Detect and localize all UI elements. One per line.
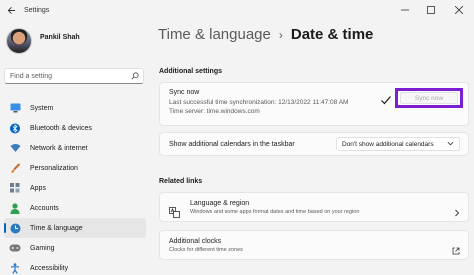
person-icon	[9, 202, 21, 214]
section-heading-additional-settings: Additional settings	[159, 68, 222, 75]
sidebar-item-system[interactable]: System	[4, 98, 146, 118]
sidebar-item-label: Apps	[30, 184, 46, 192]
breadcrumb-parent[interactable]: Time & language	[158, 26, 271, 43]
sidebar-item-network[interactable]: Network & internet	[4, 138, 146, 158]
sidebar-item-label: Bluetooth & devices	[30, 124, 92, 132]
minimize-icon[interactable]	[394, 0, 416, 20]
avatar	[6, 28, 32, 54]
sidebar-nav: System Bluetooth & devices Network & int…	[0, 98, 150, 275]
sync-title: Sync now	[169, 89, 200, 96]
accessibility-icon	[9, 262, 21, 274]
monitor-icon	[9, 102, 21, 114]
wifi-icon	[9, 142, 21, 154]
sidebar-item-label: Accounts	[30, 204, 59, 212]
calendars-selected: Don't show additional calendars	[342, 140, 434, 148]
search-input[interactable]: Find a setting	[4, 68, 144, 84]
search-icon[interactable]	[127, 72, 143, 80]
calendars-card: Show additional calendars in the taskbar…	[159, 132, 469, 156]
breadcrumb-separator: ›	[278, 27, 283, 42]
brush-icon	[9, 162, 21, 174]
calendars-label: Show additional calendars in the taskbar	[169, 141, 295, 148]
time-server-text: Time server: time.windows.com	[169, 108, 260, 115]
title-bar: Settings	[0, 0, 474, 20]
sidebar-item-label: System	[30, 104, 54, 112]
sidebar-item-accessibility[interactable]: Accessibility	[4, 258, 146, 275]
sidebar-item-label: Personalization	[30, 164, 78, 172]
app-title: Settings	[24, 6, 50, 14]
sidebar-item-label: Accessibility	[30, 264, 69, 272]
sidebar-item-gaming[interactable]: Gaming	[4, 238, 146, 258]
chevron-down-icon	[447, 140, 454, 149]
calendars-dropdown[interactable]: Don't show additional calendars	[336, 137, 460, 151]
back-arrow-icon[interactable]	[2, 0, 20, 20]
controller-icon	[9, 242, 21, 254]
sync-now-highlight: Sync now	[395, 88, 463, 108]
additional-clocks-link[interactable]: Additional clocks Clocks for different t…	[159, 230, 469, 260]
breadcrumb: Time & language › Date & time	[158, 26, 373, 43]
additional-clocks-description: Clocks for different time zones	[169, 247, 243, 253]
sidebar-item-bluetooth[interactable]: Bluetooth & devices	[4, 118, 146, 138]
language-icon	[169, 205, 180, 218]
sync-now-button[interactable]: Sync now	[400, 92, 458, 104]
checkmark-icon	[380, 93, 392, 105]
last-sync-text: Last successful time synchronization: 12…	[169, 99, 349, 106]
chevron-right-icon	[454, 204, 460, 222]
external-link-icon	[452, 242, 460, 260]
profile[interactable]: Pankil Shah	[6, 28, 80, 54]
sidebar-item-personalization[interactable]: Personalization	[4, 158, 146, 178]
search-placeholder: Find a setting	[10, 72, 53, 80]
page-title: Date & time	[290, 26, 374, 43]
sidebar: Pankil Shah Find a setting System Blueto…	[0, 20, 150, 275]
globe-clock-icon	[9, 222, 21, 234]
profile-name: Pankil Shah	[40, 33, 80, 41]
language-region-title: Language & region	[190, 200, 250, 207]
sidebar-item-label: Network & internet	[30, 144, 88, 152]
sidebar-item-accounts[interactable]: Accounts	[4, 198, 146, 218]
additional-clocks-title: Additional clocks	[169, 238, 222, 245]
sidebar-item-label: Time & language	[30, 224, 83, 232]
language-region-description: Windows and some apps format dates and t…	[190, 209, 360, 215]
bluetooth-icon	[9, 122, 21, 134]
language-region-link[interactable]: Language & region Windows and some apps …	[159, 192, 469, 222]
apps-icon	[9, 182, 21, 194]
sidebar-item-label: Gaming	[30, 244, 55, 252]
sidebar-item-time-language[interactable]: Time & language	[4, 218, 146, 238]
sync-card: Sync now Last successful time synchroniz…	[159, 82, 469, 126]
close-icon[interactable]	[448, 0, 470, 20]
section-heading-related-links: Related links	[159, 178, 203, 185]
maximize-icon[interactable]	[420, 0, 442, 20]
sidebar-item-apps[interactable]: Apps	[4, 178, 146, 198]
